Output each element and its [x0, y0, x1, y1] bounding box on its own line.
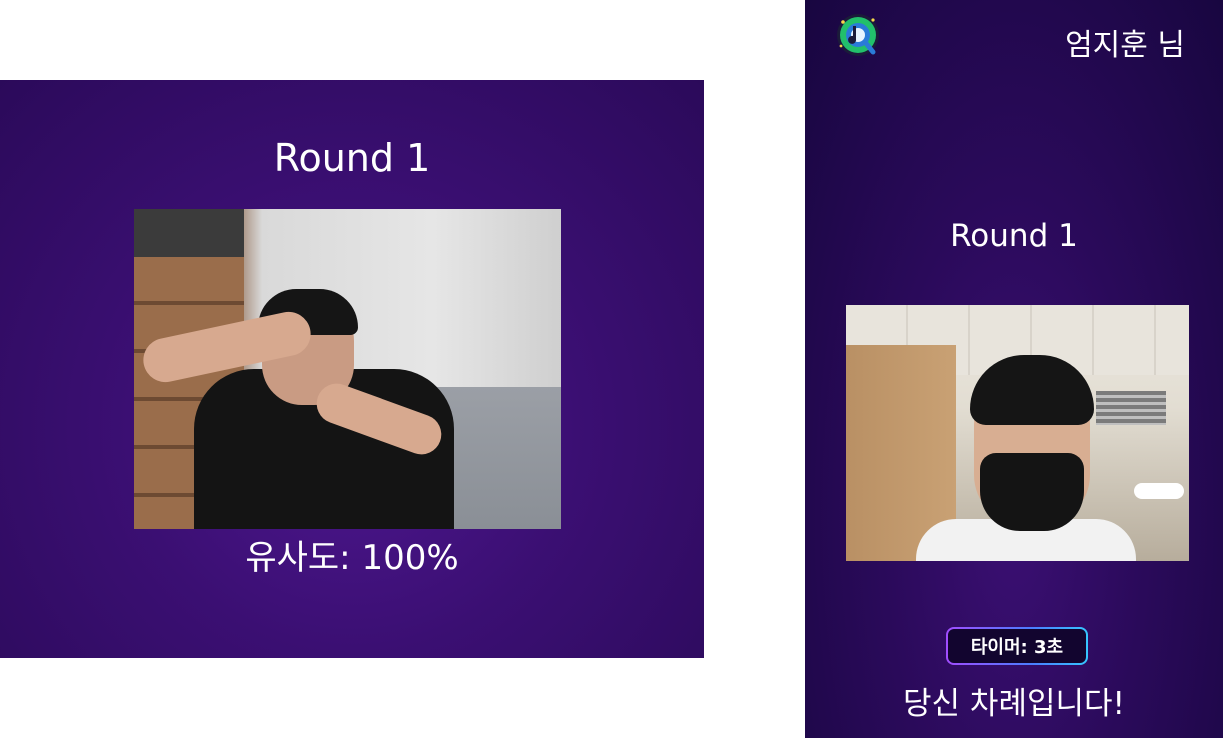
feed-mask	[980, 453, 1084, 531]
similarity-score: 유사도: 100%	[245, 538, 459, 578]
feed-shelf	[134, 209, 244, 261]
music-q-logo-icon[interactable]	[835, 12, 881, 58]
user-name: 엄지훈 님	[1065, 28, 1185, 63]
camera-feed-pose	[134, 209, 561, 529]
feed-vent	[1096, 391, 1166, 425]
camera-feed-user	[846, 305, 1189, 561]
timer-badge: 타이머: 3초	[946, 627, 1088, 665]
left-game-panel: Round 1 유사도: 100%	[0, 80, 704, 658]
right-mobile-panel: 엄지훈 님 Round 1 타이머: 3초 당신 차례입니다!	[805, 0, 1223, 738]
turn-message: 당신 차례입니다!	[903, 686, 1125, 722]
timer-text: 타이머: 3초	[948, 629, 1086, 663]
feed-light	[1134, 483, 1184, 499]
round-title: Round 1	[273, 136, 431, 180]
round-title: Round 1	[950, 218, 1078, 254]
screen: Round 1 유사도: 100% 엄지훈 님 Round 1 타이머: 3초 …	[0, 0, 1223, 738]
